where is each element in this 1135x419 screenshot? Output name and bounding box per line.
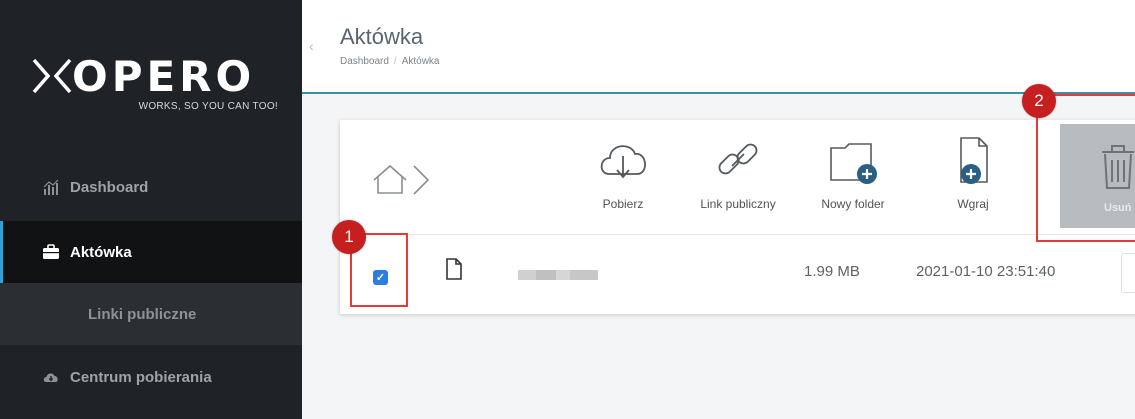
download-label: Pobierz (602, 197, 644, 211)
file-date: 2021-01-10 23:51:40 (916, 263, 1056, 280)
page-header: Aktówka Dashboard / Aktówka (302, 0, 1135, 94)
sidebar-item-label: Dashboard (70, 178, 149, 196)
sidebar-item-label: Centrum pobierania (70, 368, 212, 386)
file-panel: Pobierz Link publiczny Nowy folder Wgraj… (340, 120, 1135, 314)
logo-x-mark-icon (32, 58, 72, 94)
upload-file-icon (960, 137, 988, 184)
upload-button[interactable]: Wgraj (918, 134, 1028, 224)
cloud-download-icon (600, 145, 646, 179)
link-icon (718, 143, 758, 175)
collapse-sidebar-icon[interactable]: ‹ (309, 38, 314, 54)
sidebar-item-aktowka[interactable]: Aktówka (0, 221, 302, 283)
xopero-logo[interactable]: OPERO WORKS, SO YOU CAN TOO! (32, 50, 282, 120)
step-badge-1: 1 (332, 220, 366, 254)
logo-wordmark: OPERO (72, 52, 256, 101)
public-link-button[interactable]: Link publiczny (683, 134, 793, 224)
sidebar-item-label: Linki publiczne (88, 305, 197, 323)
active-indicator (0, 221, 3, 283)
sidebar-item-dashboard[interactable]: Dashboard (0, 156, 302, 218)
breadcrumb-separator: / (393, 56, 397, 67)
upload-label: Wgraj (957, 197, 989, 211)
logo-tagline: WORKS, SO YOU CAN TOO! (138, 101, 278, 112)
download-button[interactable]: Pobierz (568, 134, 678, 224)
breadcrumb-current: Aktówka (401, 56, 440, 67)
step-badge-2: 2 (1022, 84, 1056, 118)
breadcrumb-dashboard-link[interactable]: Dashboard (340, 56, 389, 67)
file-icon (446, 258, 462, 280)
new-folder-icon (830, 143, 877, 184)
new-folder-button[interactable]: Nowy folder (798, 134, 908, 224)
file-name-blurred (518, 270, 598, 280)
sidebar-item-centrum-pobierania[interactable]: Centrum pobierania (0, 346, 302, 408)
file-size: 1.99 MB (804, 263, 860, 280)
new-folder-label: Nowy folder (821, 197, 885, 211)
bar-chart-icon (43, 179, 59, 195)
highlight-box-delete (1036, 94, 1135, 242)
toolbar: Pobierz Link publiczny Nowy folder Wgraj… (340, 120, 1135, 235)
public-link-label: Link publiczny (700, 197, 776, 211)
breadcrumb: Dashboard / Aktówka (340, 56, 440, 67)
page-title: Aktówka (340, 24, 424, 49)
row-action-button[interactable] (1121, 253, 1135, 293)
sidebar-item-label: Aktówka (70, 243, 132, 261)
sidebar-item-linki-publiczne[interactable]: Linki publiczne (0, 283, 302, 345)
briefcase-icon (43, 244, 59, 259)
cloud-download-icon (43, 373, 58, 382)
sidebar: OPERO WORKS, SO YOU CAN TOO! Dashboard A… (0, 0, 302, 419)
home-icon[interactable] (368, 160, 444, 200)
